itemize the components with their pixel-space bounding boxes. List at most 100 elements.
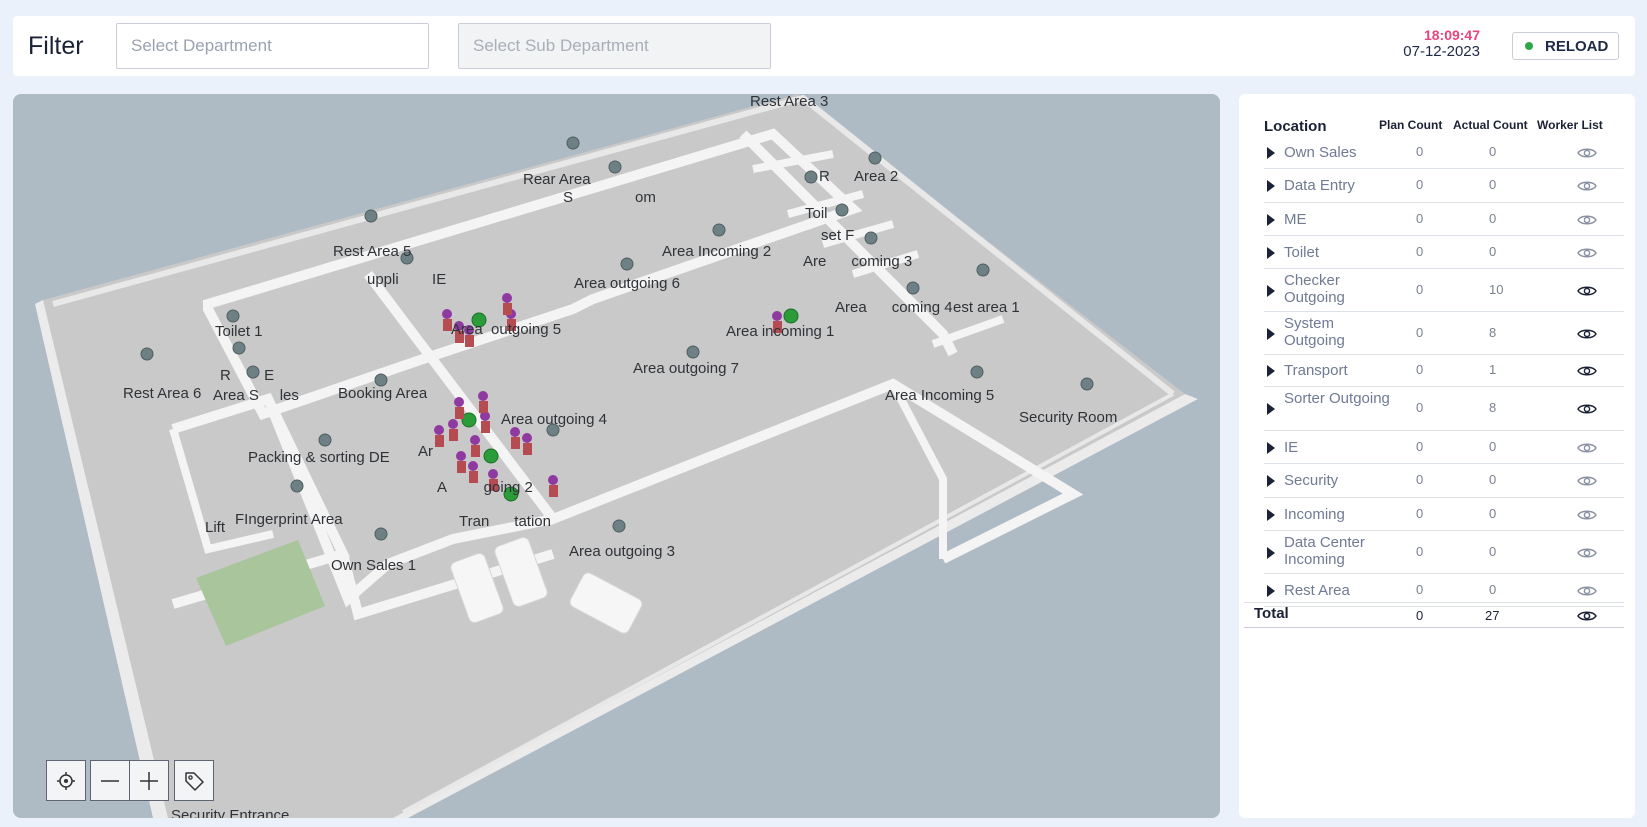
expand-arrow-icon[interactable] bbox=[1267, 327, 1275, 340]
plan-count: 0 bbox=[1416, 177, 1424, 192]
plan-count: 0 bbox=[1416, 400, 1424, 415]
expand-arrow-icon[interactable] bbox=[1267, 365, 1275, 377]
zoom-in-button[interactable] bbox=[129, 760, 169, 801]
header-plan-count: Plan Count bbox=[1379, 118, 1443, 132]
map-label-area-outgoing-5: Area outgoing 5 bbox=[451, 321, 561, 338]
table-row[interactable]: IE 0 0 bbox=[1264, 431, 1624, 464]
eye-icon[interactable] bbox=[1577, 441, 1597, 455]
map-label-booking-area: Booking Area bbox=[338, 385, 428, 402]
table-row[interactable]: Data Entry 0 0 bbox=[1264, 169, 1624, 203]
location-name: Own Sales bbox=[1284, 143, 1357, 161]
plan-count: 0 bbox=[1416, 281, 1424, 297]
crosshair-icon bbox=[57, 771, 75, 790]
eye-icon[interactable] bbox=[1577, 546, 1597, 560]
table-row[interactable]: Checker Outgoing 0 10 bbox=[1264, 269, 1624, 312]
eye-icon[interactable] bbox=[1577, 474, 1597, 488]
location-name: IE bbox=[1284, 438, 1299, 456]
actual-count: 0 bbox=[1489, 472, 1497, 487]
sub-department-select[interactable]: Select Sub Department bbox=[458, 23, 771, 69]
plan-count: 0 bbox=[1416, 243, 1424, 259]
current-time: 18:09:47 bbox=[1423, 27, 1480, 43]
locate-button[interactable] bbox=[46, 760, 86, 801]
map-label-set: set F bbox=[821, 227, 854, 244]
eye-icon[interactable] bbox=[1577, 364, 1597, 378]
eye-icon[interactable] bbox=[1577, 584, 1597, 598]
plan-count: 0 bbox=[1416, 438, 1424, 454]
map-label-lift: Lift bbox=[205, 519, 226, 536]
map-label-security-entrance: Security Entrance bbox=[171, 807, 289, 818]
table-row[interactable]: Security 0 0 bbox=[1264, 464, 1624, 498]
table-row[interactable]: Incoming 0 0 bbox=[1264, 498, 1624, 531]
map-label-packing-sorting: Packing & sorting DE bbox=[248, 449, 390, 466]
reload-button[interactable]: RELOAD bbox=[1512, 32, 1619, 60]
actual-count: 0 bbox=[1489, 505, 1497, 521]
table-row[interactable]: System Outgoing 0 8 bbox=[1264, 312, 1624, 355]
filter-bar: Filter Select Department Select Sub Depa… bbox=[13, 16, 1635, 76]
plan-count: 0 bbox=[1416, 543, 1424, 559]
map-label-rest-area-6: Rest Area 6 bbox=[123, 385, 201, 402]
table-row[interactable]: Toilet 0 0 bbox=[1264, 236, 1624, 269]
eye-icon[interactable] bbox=[1577, 179, 1597, 193]
expand-arrow-icon[interactable] bbox=[1267, 180, 1275, 192]
expand-arrow-icon[interactable] bbox=[1267, 146, 1275, 159]
location-name: Transport bbox=[1284, 362, 1348, 379]
eye-icon[interactable] bbox=[1577, 284, 1597, 298]
map-label-rear-area: Rear Area bbox=[523, 171, 591, 188]
expand-arrow-icon[interactable] bbox=[1267, 213, 1275, 226]
expand-arrow-icon[interactable] bbox=[1267, 475, 1275, 487]
expand-arrow-icon[interactable] bbox=[1267, 508, 1275, 521]
eye-icon[interactable] bbox=[1577, 327, 1597, 341]
actual-count: 0 bbox=[1489, 543, 1497, 559]
location-name: Data Center Incoming bbox=[1284, 534, 1365, 568]
plan-count: 0 bbox=[1416, 472, 1424, 487]
eye-icon[interactable] bbox=[1577, 609, 1597, 623]
total-actual: 27 bbox=[1485, 608, 1500, 623]
plan-count: 0 bbox=[1416, 324, 1424, 340]
map-label-supplier-ie: uppli IE bbox=[367, 271, 446, 288]
map-label-rest-area-1: est area 1 bbox=[953, 299, 1020, 316]
map-label-ar: Ar bbox=[418, 443, 433, 460]
floor-map-canvas: Rest Area 3 Rear Area S om R Area 2 Area… bbox=[35, 94, 1198, 818]
floor-map[interactable]: Rest Area 3 Rear Area S om R Area 2 Area… bbox=[13, 94, 1220, 818]
eye-icon[interactable] bbox=[1577, 508, 1597, 522]
map-label-toilet-1: Toilet 1 bbox=[215, 323, 263, 340]
current-date: 07-12-2023 bbox=[1403, 43, 1480, 60]
expand-arrow-icon[interactable] bbox=[1267, 441, 1275, 454]
actual-count: 0 bbox=[1489, 177, 1497, 192]
eye-icon[interactable] bbox=[1577, 146, 1597, 160]
map-label-area-samples: Area S les bbox=[213, 387, 299, 404]
table-row[interactable]: Data Center Incoming 0 0 bbox=[1264, 531, 1624, 574]
eye-icon[interactable] bbox=[1577, 402, 1597, 416]
expand-arrow-icon[interactable] bbox=[1267, 246, 1275, 259]
table-row[interactable]: ME 0 0 bbox=[1264, 203, 1624, 236]
map-label-area-incoming-1: Area incoming 1 bbox=[726, 323, 834, 340]
actual-count: 8 bbox=[1489, 400, 1497, 415]
plus-icon bbox=[140, 771, 158, 790]
plan-count: 0 bbox=[1416, 505, 1424, 521]
eye-icon[interactable] bbox=[1577, 246, 1597, 260]
location-name: System Outgoing bbox=[1284, 315, 1345, 349]
eye-icon[interactable] bbox=[1577, 213, 1597, 227]
total-row: Total 0 27 bbox=[1244, 602, 1624, 628]
location-table-panel: Location Plan Count Actual Count Worker … bbox=[1239, 94, 1635, 818]
map-label-transportation: Tran tation bbox=[459, 513, 551, 530]
plan-count: 0 bbox=[1416, 143, 1424, 159]
zoom-out-button[interactable] bbox=[90, 760, 130, 801]
expand-arrow-icon[interactable] bbox=[1267, 403, 1275, 415]
map-label-area-incoming-4: Area coming 4 bbox=[835, 299, 953, 316]
actual-count: 0 bbox=[1489, 438, 1497, 454]
expand-arrow-icon[interactable] bbox=[1267, 546, 1275, 559]
table-row[interactable]: Transport 0 1 bbox=[1264, 355, 1624, 387]
plan-count: 0 bbox=[1416, 362, 1424, 377]
table-header: Location Plan Count Actual Count Worker … bbox=[1239, 114, 1635, 136]
table-row[interactable]: Own Sales 0 0 bbox=[1264, 136, 1624, 169]
expand-arrow-icon[interactable] bbox=[1267, 284, 1275, 297]
header-worker-list: Worker List bbox=[1537, 118, 1603, 132]
actual-count: 1 bbox=[1489, 362, 1497, 377]
reload-label: RELOAD bbox=[1545, 37, 1609, 55]
label-toggle-button[interactable] bbox=[174, 760, 214, 801]
department-select[interactable]: Select Department bbox=[116, 23, 429, 69]
table-row[interactable]: Sorter Outgoing 0 8 bbox=[1264, 387, 1624, 431]
expand-arrow-icon[interactable] bbox=[1267, 584, 1275, 597]
filter-title: Filter bbox=[28, 32, 84, 60]
